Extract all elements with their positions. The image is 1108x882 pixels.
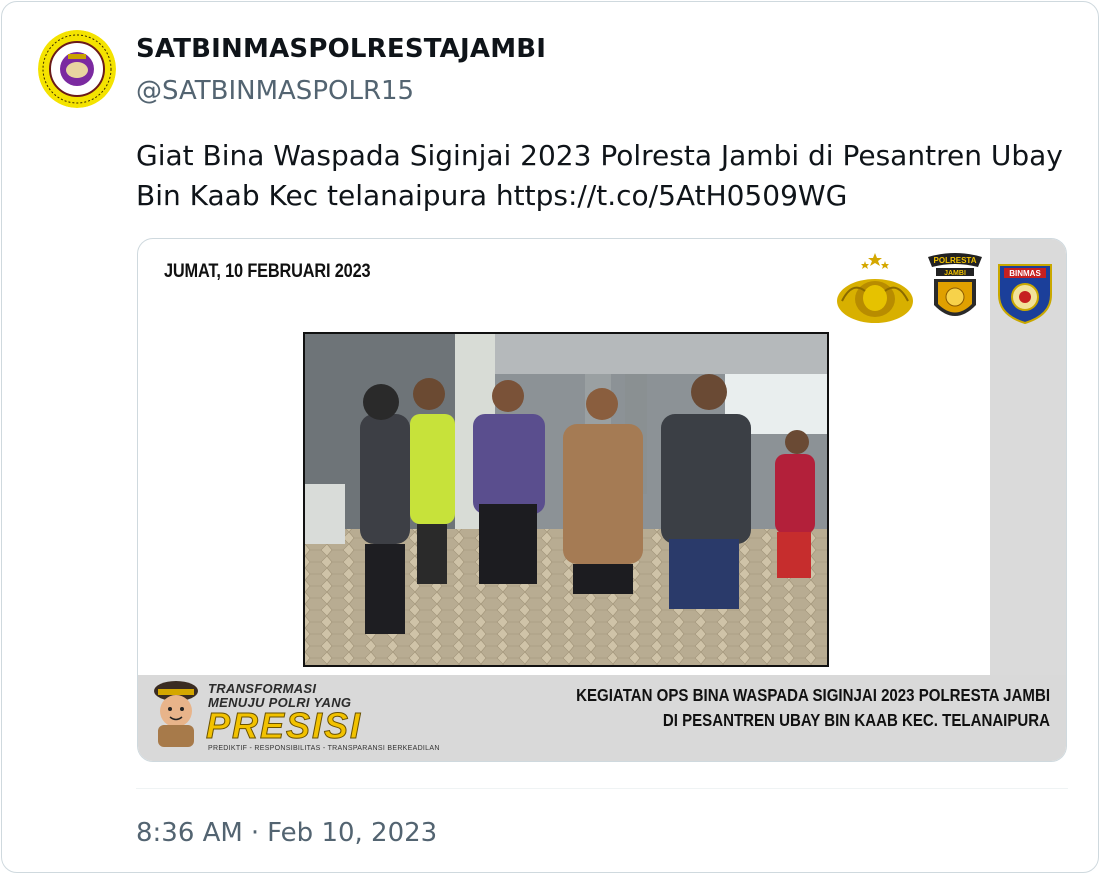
profile-avatar[interactable]	[38, 30, 116, 108]
tweet-time: 8:36 AM	[136, 818, 243, 848]
tweet-card: SATBINMASPOLRESTAJAMBI @SATBINMASPOLR15 …	[1, 1, 1099, 873]
tweet-media-image[interactable]: JUMAT, 10 FEBRUARI 2023 POLRESTA JAMBI B…	[137, 238, 1067, 762]
police-mascot-icon	[154, 681, 198, 747]
display-name[interactable]: SATBINMASPOLRESTAJAMBI	[136, 34, 546, 64]
polri-emblem-icon	[837, 253, 913, 323]
presisi-wordmark: PRESISI	[205, 705, 363, 747]
tweet-text: Giat Bina Waspada Siginjai 2023 Polresta…	[136, 136, 1076, 216]
presisi-banner: TRANSFORMASI MENUJU POLRI YANG PRESISI P…	[148, 679, 448, 759]
polresta-badge-sublabel: JAMBI	[944, 270, 966, 277]
tweet-link[interactable]: https://t.co/5AtH0509WG	[496, 179, 847, 212]
binmas-label: BINMAS	[1009, 269, 1041, 278]
caption-line1: KEGIATAN OPS BINA WASPADA SIGINJAI 2023 …	[576, 685, 1050, 705]
user-handle[interactable]: @SATBINMASPOLR15	[136, 76, 414, 106]
polresta-jambi-badge-icon: POLRESTA JAMBI	[928, 253, 982, 316]
polresta-badge-label: POLRESTA	[934, 256, 977, 265]
media-date-label: JUMAT, 10 FEBRUARI 2023	[164, 261, 371, 282]
binmas-shield-icon: BINMAS	[998, 264, 1052, 325]
presisi-line1: TRANSFORMASI	[208, 681, 317, 696]
media-caption: KEGIATAN OPS BINA WASPADA SIGINJAI 2023 …	[576, 683, 1050, 733]
timestamp-separator: ·	[250, 818, 260, 848]
tweet-date: Feb 10, 2023	[267, 818, 438, 848]
divider	[136, 788, 1068, 789]
satbinmas-logo-icon	[38, 30, 116, 108]
presisi-tagline: PREDIKTIF - RESPONSIBILITAS - TRANSPARAN…	[208, 745, 440, 752]
tweet-timestamp[interactable]: 8:36 AM · Feb 10, 2023	[136, 818, 437, 848]
activity-photo	[303, 332, 829, 667]
activity-photo-scene	[305, 334, 827, 665]
caption-line2: DI PESANTREN UBAY BIN KAAB KEC. TELANAIP…	[662, 710, 1050, 730]
